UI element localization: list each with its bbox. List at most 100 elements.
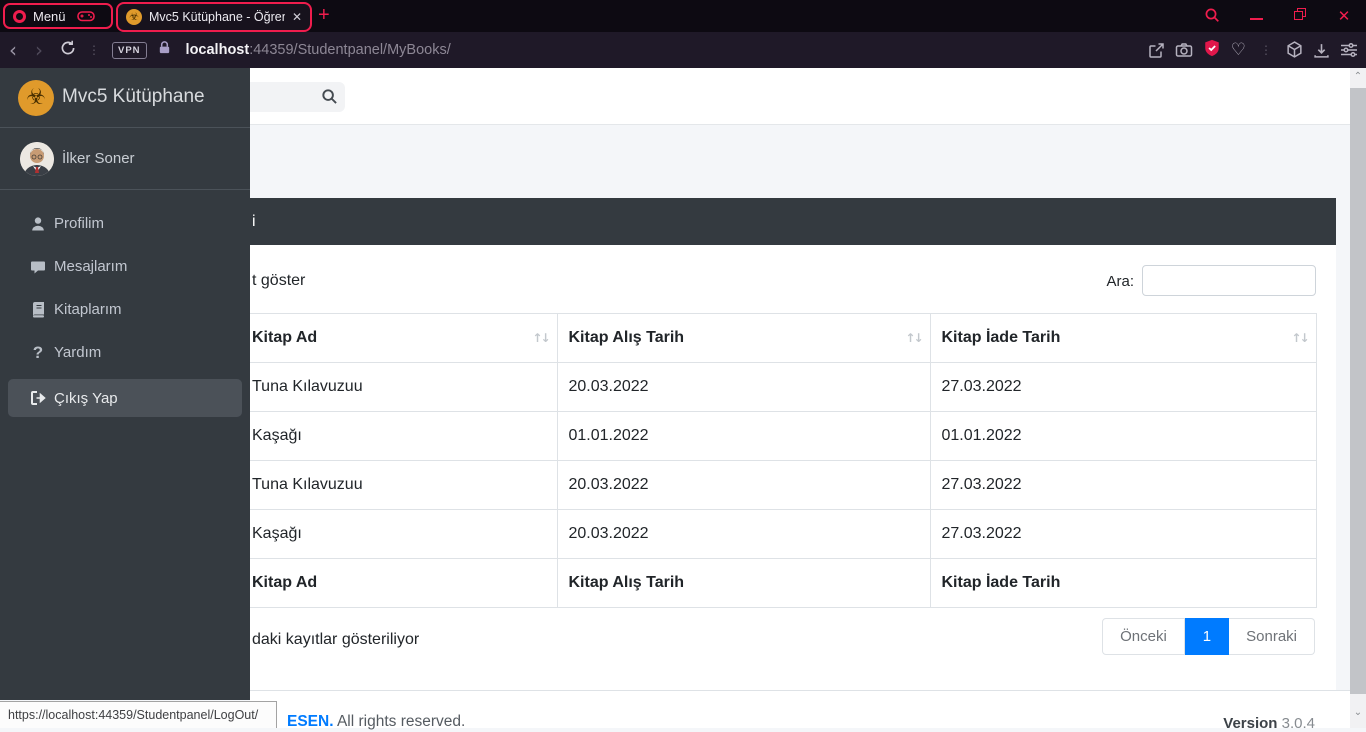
- page-footer: ESEN. All rights reserved. Version 3.0.4: [250, 690, 1350, 732]
- top-navbar: [250, 68, 1350, 125]
- new-tab-button[interactable]: +: [318, 4, 330, 27]
- cell-return-date: 27.03.2022: [929, 362, 1317, 412]
- app-title: Mvc5 Kütüphane: [62, 86, 205, 107]
- sidebar-user[interactable]: İlker Soner: [0, 128, 250, 190]
- column-header-kitap-ad[interactable]: Kitap Ad ↑↓: [250, 313, 558, 363]
- window-close-button[interactable]: ✕: [1322, 7, 1366, 25]
- status-url-tooltip: https://localhost:44359/Studentpanel/Log…: [0, 701, 277, 728]
- lock-icon[interactable]: [157, 40, 172, 60]
- pagination-previous-button[interactable]: Önceki: [1102, 618, 1185, 655]
- table-search-input[interactable]: [1142, 265, 1316, 296]
- opera-logo-icon: [13, 9, 26, 23]
- toolbar-divider-dots: ⋮: [1260, 43, 1272, 57]
- table-search-label: Ara:: [1106, 273, 1134, 290]
- sidebar: ☣ Mvc5 Kütüphane İlker Soner Profilim Me…: [0, 68, 250, 700]
- navbar-search-input[interactable]: [250, 82, 345, 112]
- table-header-row: Kitap Ad ↑↓ Kitap Alış Tarih ↑↓ Kitap İade…: [250, 313, 1317, 363]
- download-icon[interactable]: [1313, 42, 1330, 59]
- cell-return-date: 27.03.2022: [929, 460, 1317, 510]
- sidebar-item-yardim[interactable]: ? Yardım: [0, 331, 250, 374]
- reload-button[interactable]: [52, 40, 84, 61]
- pagination-page-1-button[interactable]: 1: [1184, 618, 1230, 655]
- book-icon: [22, 301, 54, 318]
- cell-borrow-date: 20.03.2022: [556, 362, 931, 412]
- page-viewport: i t göster Ara: Kitap Ad ↑↓ Kitap Alış Ta…: [0, 68, 1366, 732]
- table-row: Kaşağı 20.03.2022 27.03.2022: [250, 509, 1317, 559]
- books-table: Kitap Ad ↑↓ Kitap Alış Tarih ↑↓ Kitap İade…: [250, 313, 1317, 608]
- browser-search-icon[interactable]: [1190, 7, 1234, 28]
- cell-book-name: Kaşağı: [250, 411, 558, 461]
- panel-header: i: [250, 198, 1336, 245]
- settings-sliders-icon[interactable]: [1340, 42, 1358, 58]
- browser-menu-button[interactable]: Menü: [3, 3, 113, 29]
- forward-button[interactable]: ›: [26, 40, 52, 60]
- cell-return-date: 27.03.2022: [929, 509, 1317, 559]
- logout-icon: [22, 390, 54, 406]
- share-edit-icon[interactable]: [1148, 42, 1165, 59]
- sort-arrows-icon[interactable]: ↑↓: [1291, 331, 1309, 345]
- shield-protection-icon[interactable]: [1203, 39, 1221, 62]
- sidebar-item-mesajlarim[interactable]: Mesajlarım: [0, 245, 250, 288]
- tab-close-icon[interactable]: ✕: [292, 10, 302, 24]
- snapshot-camera-icon[interactable]: [1175, 42, 1193, 58]
- sidebar-brand[interactable]: ☣ Mvc5 Kütüphane: [0, 68, 250, 128]
- footer-header-alis-tarih: Kitap Alış Tarih: [556, 558, 931, 608]
- sidebar-item-label: Çıkış Yap: [54, 389, 118, 407]
- scrollbar-thumb[interactable]: [1350, 88, 1366, 694]
- window-restore-button[interactable]: [1278, 7, 1322, 25]
- books-card: t göster Ara: Kitap Ad ↑↓ Kitap Alış Tari…: [250, 245, 1336, 690]
- table-row: Tuna Kılavuzuu 20.03.2022 27.03.2022: [250, 362, 1317, 412]
- address-url[interactable]: localhost:44359/Studentpanel/MyBooks/: [186, 42, 451, 58]
- extensions-cube-icon[interactable]: [1286, 41, 1303, 59]
- url-host: localhost: [185, 42, 250, 58]
- scroll-down-icon[interactable]: ⌄: [1350, 704, 1366, 722]
- user-name: İlker Soner: [62, 150, 135, 167]
- browser-menu-label: Menü: [33, 8, 66, 24]
- back-button[interactable]: ‹: [0, 40, 26, 60]
- cell-book-name: Kaşağı: [250, 509, 558, 559]
- user-avatar: [20, 142, 54, 176]
- user-icon: [22, 216, 54, 232]
- sidebar-item-cikis-yap[interactable]: Çıkış Yap: [8, 379, 242, 417]
- sidebar-item-label: Yardım: [54, 344, 102, 361]
- window-minimize-button[interactable]: [1234, 7, 1278, 25]
- table-row: Tuna Kılavuzuu 20.03.2022 27.03.2022: [250, 460, 1317, 510]
- sort-arrows-icon[interactable]: ↑↓: [905, 331, 923, 345]
- app-logo-icon: ☣: [18, 80, 54, 116]
- page-scrollbar[interactable]: ⌃ ⌄: [1350, 68, 1366, 728]
- vpn-badge[interactable]: VPN: [112, 41, 147, 59]
- footer-header-kitap-ad: Kitap Ad: [250, 558, 558, 608]
- sidebar-menu: Profilim Mesajlarım Kitaplarım ? Yardım: [0, 202, 250, 417]
- sidebar-item-label: Kitaplarım: [54, 301, 122, 318]
- browser-tab[interactable]: ☣ Mvc5 Kütüphane - Öğrenci ✕: [116, 2, 312, 32]
- toolbar-extension-dots-icon[interactable]: ⋮: [84, 43, 104, 57]
- column-header-alis-tarih[interactable]: Kitap Alış Tarih ↑↓: [556, 313, 931, 363]
- cell-book-name: Tuna Kılavuzuu: [250, 460, 558, 510]
- pagination-next-button[interactable]: Sonraki: [1229, 618, 1315, 655]
- search-icon: [322, 89, 337, 104]
- pagination: Önceki 1 Sonraki: [1102, 618, 1315, 655]
- footer-brand-link[interactable]: ESEN.: [287, 713, 334, 730]
- main-content: i t göster Ara: Kitap Ad ↑↓ Kitap Alış Ta…: [250, 68, 1350, 732]
- tab-favicon-icon: ☣: [126, 9, 142, 25]
- bookmark-heart-icon[interactable]: ♡: [1231, 40, 1246, 60]
- sidebar-item-profilim[interactable]: Profilim: [0, 202, 250, 245]
- cell-borrow-date: 20.03.2022: [556, 509, 931, 559]
- sidebar-item-kitaplarim[interactable]: Kitaplarım: [0, 288, 250, 331]
- question-icon: ?: [32, 342, 44, 362]
- table-info-label: daki kayıtlar gösteriliyor: [252, 631, 420, 648]
- chat-icon: [22, 259, 54, 275]
- scroll-up-icon[interactable]: ⌃: [1350, 68, 1366, 86]
- gx-gamepad-icon: [76, 11, 95, 22]
- browser-tab-bar: Menü ☣ Mvc5 Kütüphane - Öğrenci ✕ + ✕: [0, 0, 1366, 32]
- footer-header-iade-tarih: Kitap İade Tarih: [929, 558, 1317, 608]
- cell-borrow-date: 01.01.2022: [556, 411, 931, 461]
- cell-book-name: Tuna Kılavuzuu: [250, 362, 558, 412]
- url-path: :44359/Studentpanel/MyBooks/: [249, 42, 451, 58]
- sidebar-item-label: Mesajlarım: [54, 258, 128, 275]
- version-text: Version 3.0.4: [1223, 715, 1315, 732]
- panel-title: i: [252, 213, 256, 230]
- cell-return-date: 01.01.2022: [929, 411, 1317, 461]
- sort-arrows-icon[interactable]: ↑↓: [532, 331, 550, 345]
- column-header-iade-tarih[interactable]: Kitap İade Tarih ↑↓: [929, 313, 1317, 363]
